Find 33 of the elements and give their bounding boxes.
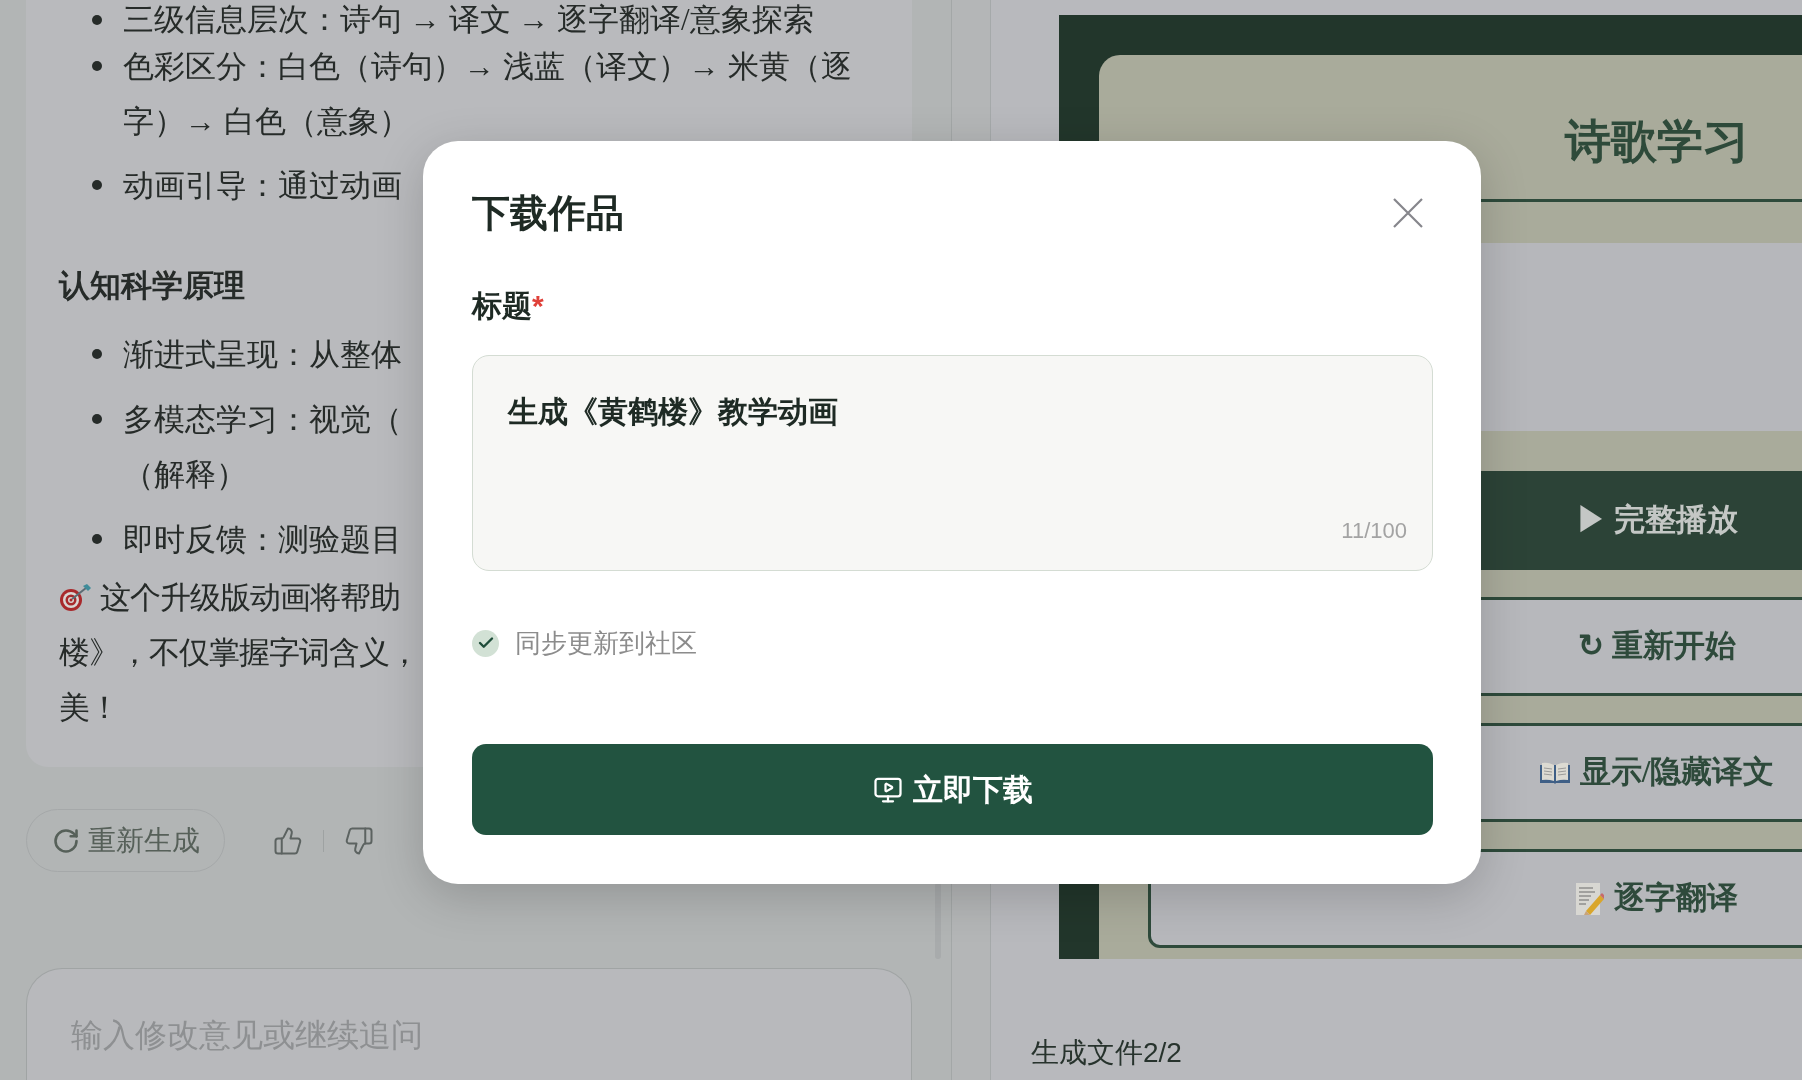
bullet-icon (92, 414, 102, 424)
list-item-text: 多模态学习：视觉（ （解释） (123, 401, 402, 494)
list-item-text: 三级信息层次：诗句 → 译文 → 逐字翻译/意象探索 (123, 5, 814, 35)
character-count: 11/100 (1341, 517, 1407, 545)
sync-label: 同步更新到社区 (515, 628, 697, 658)
memo-pencil-icon (1576, 882, 1604, 915)
list-item-text: 动画引导：通过动画 (123, 167, 402, 205)
dialog-title: 下载作品 (472, 191, 624, 236)
thumbs-up-icon[interactable] (273, 825, 303, 856)
scrollbar-thumb[interactable] (935, 883, 941, 959)
bullet-icon (92, 534, 102, 544)
field-label: 标题 (472, 288, 532, 324)
close-icon[interactable] (1393, 198, 1423, 228)
title-textarea[interactable]: 生成《黄鹤楼》教学动画 11/100 (472, 355, 1433, 571)
paragraph-text: 这个升级版动画将帮助 (100, 579, 400, 617)
bullet-icon (92, 180, 102, 190)
list-item-text: 渐进式呈现：从整体 (123, 336, 402, 374)
required-mark: * (532, 288, 544, 324)
refresh-icon (52, 826, 80, 855)
list-item-text: 色彩区分：白色（诗句）→ 浅蓝（译文）→ 米黄（逐 字）→ 白色（意象） (123, 48, 852, 141)
list-item-text: 即时反馈：测验题目 (123, 521, 402, 559)
download-button[interactable]: 立即下载 (472, 744, 1433, 835)
section-heading: 认知科学原理 (59, 267, 245, 305)
paragraph-text: 楼》，不仅掌握字词含义， 美！ (59, 634, 419, 727)
bullet-icon (92, 15, 102, 25)
thumbs-down-icon[interactable] (344, 825, 374, 856)
open-book-icon (1539, 761, 1570, 784)
panel-title: 诗歌学习 (1565, 115, 1749, 169)
file-status: 生成文件2/2 (1031, 1036, 1182, 1070)
sync-checkbox[interactable] (472, 629, 499, 657)
target-icon (59, 583, 91, 612)
bullet-icon (92, 61, 102, 71)
bullet-icon (92, 349, 102, 359)
